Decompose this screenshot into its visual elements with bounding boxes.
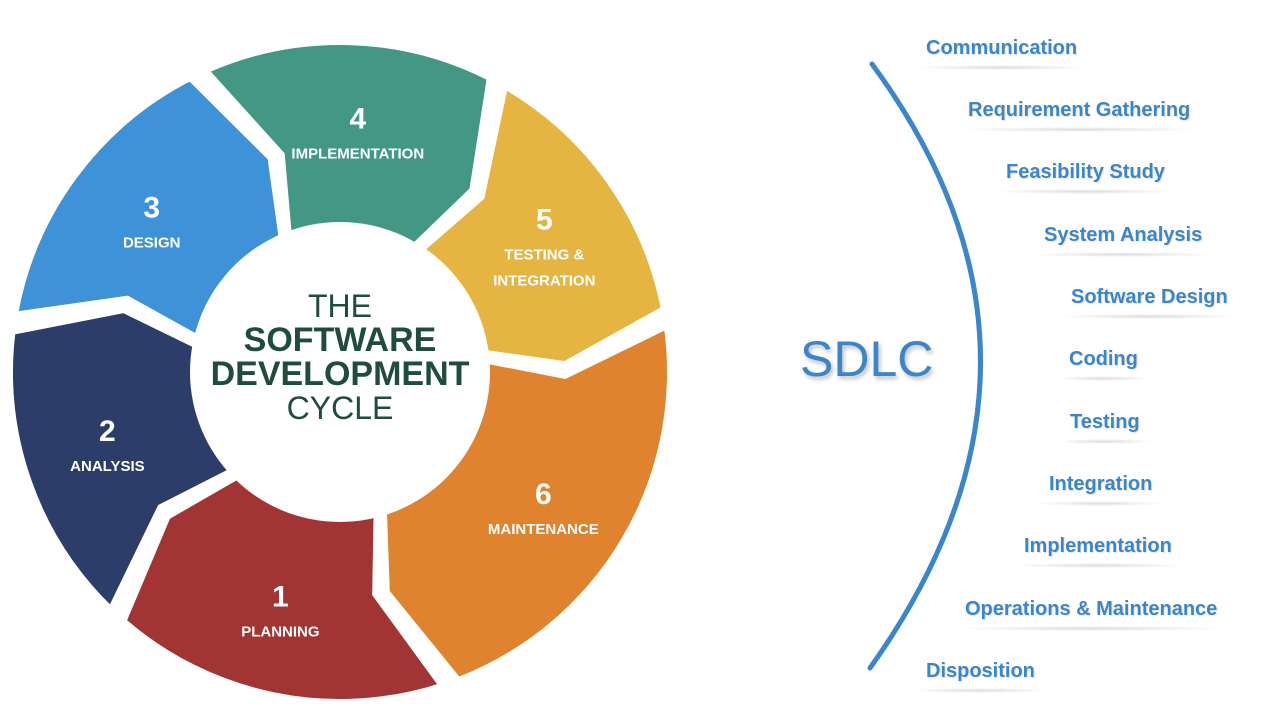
segment-number: 2 bbox=[99, 415, 116, 448]
segment-label: TESTING & bbox=[504, 246, 584, 263]
phase-disposition: Disposition bbox=[912, 660, 1049, 693]
segment-label: PLANNING bbox=[241, 624, 319, 641]
phase-software-design: Software Design bbox=[1057, 286, 1242, 319]
phase-system-analysis: System Analysis bbox=[1029, 224, 1217, 257]
sdlc-title: SDLC bbox=[800, 331, 934, 387]
phase-requirement-gathering: Requirement Gathering bbox=[953, 99, 1205, 132]
segment-number: 6 bbox=[535, 478, 552, 511]
segment-label: ANALYSIS bbox=[70, 458, 144, 475]
phase-implementation: Implementation bbox=[1010, 535, 1186, 568]
segment-label: IMPLEMENTATION bbox=[291, 146, 424, 163]
phase-feasibility-study: Feasibility Study bbox=[992, 161, 1179, 194]
center-title-line-3: DEVELOPMENT bbox=[210, 355, 470, 394]
phase-testing: Testing bbox=[1056, 411, 1154, 444]
phase-operations-maintenance: Operations & Maintenance bbox=[950, 598, 1232, 631]
center-title-line-1: THE bbox=[308, 288, 372, 324]
segment-label: DESIGN bbox=[123, 234, 181, 251]
phase-communication: Communication bbox=[911, 37, 1092, 70]
segment-label: MAINTENANCE bbox=[488, 521, 599, 538]
center-title-line-2: SOFTWARE bbox=[243, 320, 437, 359]
segment-label: INTEGRATION bbox=[493, 272, 595, 289]
center-title-line-4: CYCLE bbox=[286, 389, 394, 426]
segment-number: 1 bbox=[272, 581, 289, 614]
segment-number: 4 bbox=[349, 103, 366, 136]
segment-number: 3 bbox=[143, 191, 160, 224]
phase-integration: Integration bbox=[1034, 473, 1167, 506]
phase-coding: Coding bbox=[1055, 348, 1152, 381]
segment-number: 5 bbox=[536, 203, 553, 236]
cycle-center-title: THE SOFTWARE DEVELOPMENT CYCLE bbox=[190, 290, 490, 425]
